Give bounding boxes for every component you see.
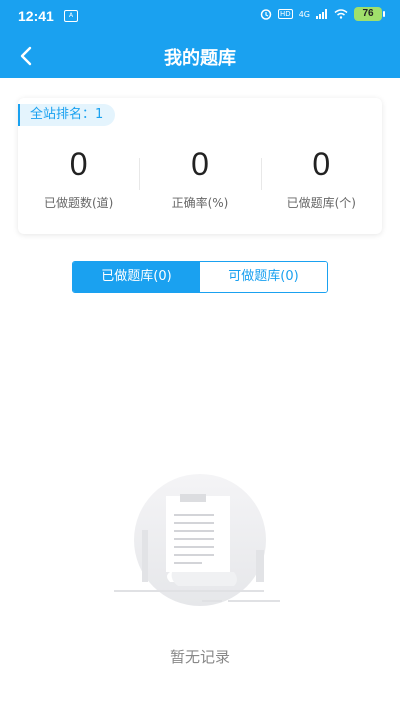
wifi-icon: [334, 9, 348, 19]
stat-value: 0: [69, 146, 88, 182]
notification-icon: A: [64, 10, 78, 22]
tab-available-banks[interactable]: 可做题库(0): [200, 262, 327, 292]
stat-label: 正确率(%): [171, 196, 229, 210]
hd-icon: HD: [278, 9, 293, 19]
bank-tabs: 已做题库(0) 可做题库(0): [72, 261, 328, 293]
stat-done-questions: 0 已做题数(道): [18, 142, 139, 211]
empty-state-text: 暂无记录: [169, 648, 230, 666]
stat-label: 已做题数(道): [43, 196, 114, 210]
empty-state-illustration: [114, 474, 280, 606]
nav-bar: 我的题库: [0, 34, 400, 78]
stat-done-banks: 0 已做题库(个): [260, 142, 382, 211]
network-icon: 4G: [298, 9, 310, 19]
tab-done-banks[interactable]: 已做题库(0): [73, 262, 200, 292]
app-header: 12:41 A HD 4G 76 我的题库: [0, 0, 400, 78]
stat-accuracy: 0 正确率(%): [139, 142, 260, 211]
alarm-icon: [260, 9, 272, 20]
stat-value: 0: [312, 146, 331, 182]
page-title: 我的题库: [164, 48, 236, 69]
stat-label: 已做题库(个): [286, 196, 356, 210]
battery-indicator: 76: [354, 7, 385, 21]
stats-card: 全站排名：1 0 已做题数(道) 0 正确率(%) 0 已做题库(个): [18, 98, 382, 234]
stat-value: 0: [191, 146, 209, 182]
stats-row: 0 已做题数(道) 0 正确率(%) 0 已做题库(个): [18, 142, 382, 211]
signal-icon: [316, 9, 327, 19]
status-icons: HD 4G 76: [260, 7, 385, 21]
status-bar: 12:41 A HD 4G 76: [0, 0, 400, 34]
rank-badge: 全站排名：1: [18, 104, 116, 126]
status-time: 12:41: [18, 8, 54, 24]
